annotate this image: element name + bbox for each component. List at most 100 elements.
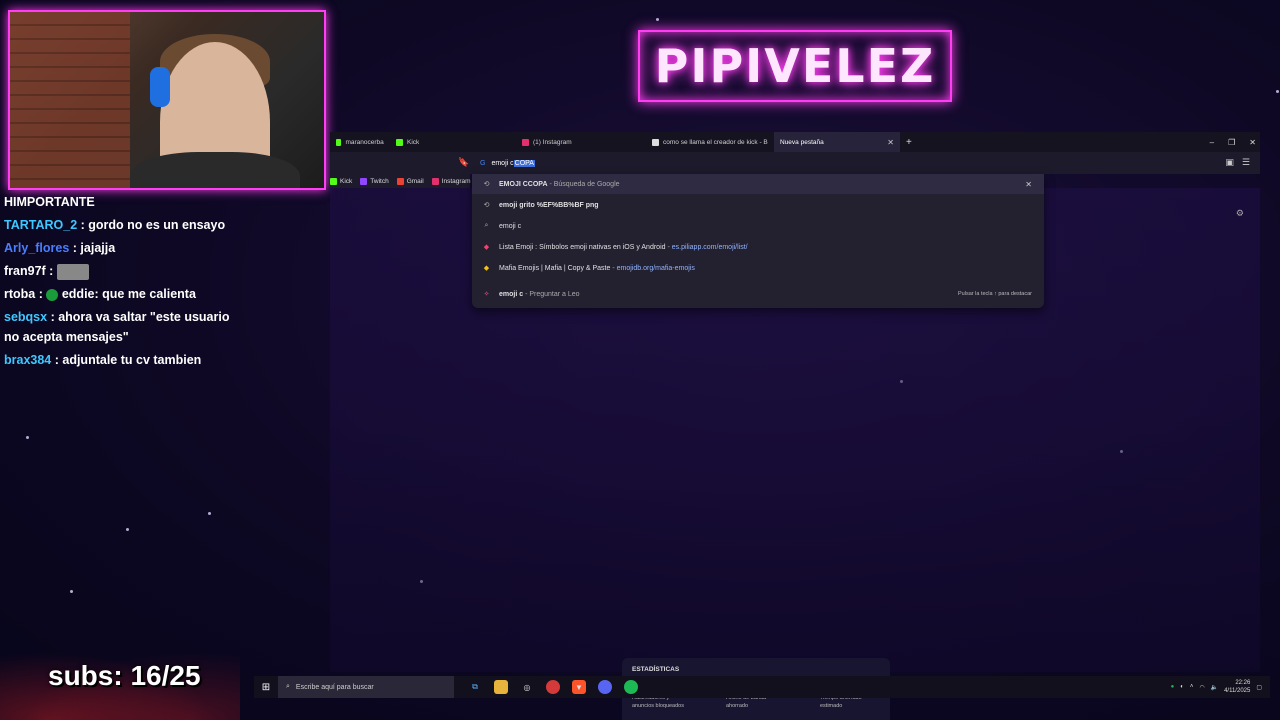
spotify-icon[interactable] (624, 680, 638, 694)
keyboard-hint: Pulsar la tecla ↑ para destacar (958, 291, 1032, 297)
tab-label: como se llama el creador de kick - B (663, 138, 768, 146)
chat-text: gordo no es un ensayo (88, 218, 226, 232)
notifications-icon[interactable]: ▢ (1256, 684, 1262, 691)
taskbar-search-placeholder: Escribe aquí para buscar (295, 683, 374, 691)
suggestion-item[interactable]: ⌕ emoji c (472, 216, 1044, 236)
browser-tab[interactable]: maranocerban32 (330, 132, 390, 152)
tab-label: Kick (407, 138, 420, 146)
chat-separator: : (47, 310, 59, 324)
address-bar[interactable]: G emoji cCOPA (480, 156, 1040, 170)
suggestion-item[interactable]: ◆ Lista Emoji : Símbolos emoji nativas en… (472, 237, 1044, 257)
remove-suggestion-icon[interactable]: ✕ (1025, 180, 1032, 189)
chevron-up-icon[interactable]: ˄ (1190, 684, 1194, 690)
suggestion-match-text: emoji c (499, 290, 524, 298)
close-window-icon[interactable]: ✕ (1249, 138, 1256, 147)
suggestion-match-text: EMOJI C (499, 180, 528, 188)
suggestion-url: emojidb.org/mafia-emojis (616, 264, 695, 272)
star-decoration (656, 18, 659, 21)
bookmarks-bar: Kick Twitch Gmail Instagram (330, 174, 471, 188)
bookmark-icon[interactable]: 🔖 (458, 157, 469, 168)
suggestion-item[interactable]: ⟲ EMOJI CCOPA - Búsqueda de Google ✕ (472, 174, 1044, 194)
site-favicon-icon: ◆ (483, 244, 490, 251)
bookmark-favicon-icon (330, 177, 337, 185)
browser-tab[interactable]: Nueva pestaña ✕ (774, 132, 900, 152)
brave-icon[interactable]: ▼ (572, 680, 586, 694)
brave-icon (652, 138, 659, 146)
chat-username[interactable]: HIMPORTANTE (4, 195, 95, 209)
bookmark-label: Twitch (370, 177, 389, 185)
suggestion-suffix: - Búsqueda de Google (547, 180, 620, 188)
clock[interactable]: 22:26 4/11/2025 (1224, 679, 1250, 695)
system-tray: ● ◐ ˄ ◠ 🔈 22:26 4/11/2025 ▢ (1171, 679, 1262, 695)
omnibox-google-icon: G (480, 159, 486, 167)
chat-username[interactable]: fran97f (4, 264, 46, 278)
browser-tab[interactable]: (1) Instagram (516, 132, 646, 152)
file-explorer-icon[interactable] (494, 680, 508, 694)
windows-start-icon[interactable]: ⊞ (254, 682, 278, 693)
search-icon: ⌕ (286, 683, 290, 690)
network-icon[interactable]: ◐ (1180, 684, 1184, 690)
menu-icon[interactable]: ☰ (1242, 157, 1250, 168)
minimize-icon[interactable]: – (1210, 138, 1214, 147)
chat-username[interactable]: TARTARO_2 (4, 218, 77, 232)
chat-message: brax384 : adjuntale tu cv tambien (4, 350, 240, 370)
chat-message: TARTARO_2 : gordo no es un ensayo (4, 215, 240, 235)
clock-time: 22:26 (1235, 680, 1251, 686)
star-decoration (70, 590, 73, 593)
close-tab-icon[interactable]: ✕ (887, 138, 894, 147)
bookmark-favicon-icon (396, 177, 404, 185)
chat-message: sebqsx : ahora va saltar "este usuario n… (4, 307, 240, 347)
volume-icon[interactable]: 🔈 (1211, 684, 1218, 691)
restore-icon[interactable]: ❐ (1228, 138, 1235, 147)
wallet-icon[interactable]: ▣ (1225, 157, 1234, 168)
suggestion-text: Lista Emoji : Símbolos emoji nativas en … (499, 243, 666, 251)
star-decoration (208, 512, 211, 515)
chat-text: jajajja (80, 241, 116, 255)
settings-gear-icon[interactable]: ⚙ (1236, 208, 1244, 219)
suggestion-text: COPA (527, 180, 548, 188)
stream-chat: HIMPORTANTE TARTARO_2 : gordo no es un en… (4, 192, 240, 373)
browser-tab[interactable]: como se llama el creador de kick - B (646, 132, 774, 152)
bookmark-item[interactable]: Gmail (396, 177, 424, 185)
taskbar-search[interactable]: ⌕ Escribe aquí para buscar (278, 676, 454, 698)
bookmark-favicon-icon (360, 177, 368, 185)
chat-separator: : (45, 264, 57, 278)
bookmark-item[interactable]: Twitch (360, 177, 389, 185)
suggestion-suffix: - Preguntar a Leo (523, 290, 580, 298)
leo-ai-icon: ✧ (483, 291, 490, 298)
chat-username[interactable]: sebqsx (4, 310, 47, 324)
tab-label: (1) Instagram (533, 138, 572, 146)
star-decoration (126, 528, 129, 531)
spotify-tray-icon[interactable]: ● (1171, 684, 1175, 690)
chat-username[interactable]: rtoba (4, 287, 35, 301)
task-view-icon[interactable]: ⧉ (468, 680, 482, 694)
wifi-icon[interactable]: ◠ (1199, 684, 1204, 691)
suggestion-text: Mafia Emojis | Mafia | Copy & Paste (499, 264, 611, 272)
omnibox-typed-text: emoji c (491, 159, 514, 167)
bookmark-item[interactable]: Instagram (431, 177, 471, 185)
bookmark-item[interactable]: Kick (330, 177, 352, 185)
omnibox-autocomplete: COPA (513, 159, 535, 167)
suggestion-item[interactable]: ✧ emoji c - Preguntar a Leo Pulsar la tecl… (472, 284, 1044, 304)
chat-message: rtoba : eddie: que me calienta (4, 284, 240, 304)
bookmark-label: Gmail (406, 177, 424, 185)
suggestion-item[interactable]: ◆ Mafia Emojis | Mafia | Copy & Paste - e… (472, 258, 1044, 278)
discord-icon[interactable] (598, 680, 612, 694)
browser-tab[interactable]: Kick (390, 132, 516, 152)
new-tab-icon[interactable]: + (900, 137, 918, 148)
chat-message: fran97f : (4, 261, 240, 281)
chat-separator: : (69, 241, 81, 255)
chat-separator: : (77, 218, 89, 232)
chat-message: HIMPORTANTE (4, 192, 240, 212)
star-decoration (26, 436, 29, 439)
suggestion-text: emoji c (499, 222, 522, 230)
chat-username[interactable]: brax384 (4, 353, 51, 367)
tab-label: maranocerban32 (345, 138, 384, 146)
suggestion-item[interactable]: ⟲ emoji grito %EF%BB%BF png (472, 195, 1044, 215)
opera-icon[interactable] (546, 680, 560, 694)
chrome-icon[interactable]: ◎ (520, 680, 534, 694)
chat-username[interactable]: Arly_flores (4, 241, 69, 255)
history-icon: ⟲ (483, 202, 490, 209)
webcam-feed (8, 10, 326, 190)
stats-title: ESTADÍSTICAS (632, 666, 680, 673)
